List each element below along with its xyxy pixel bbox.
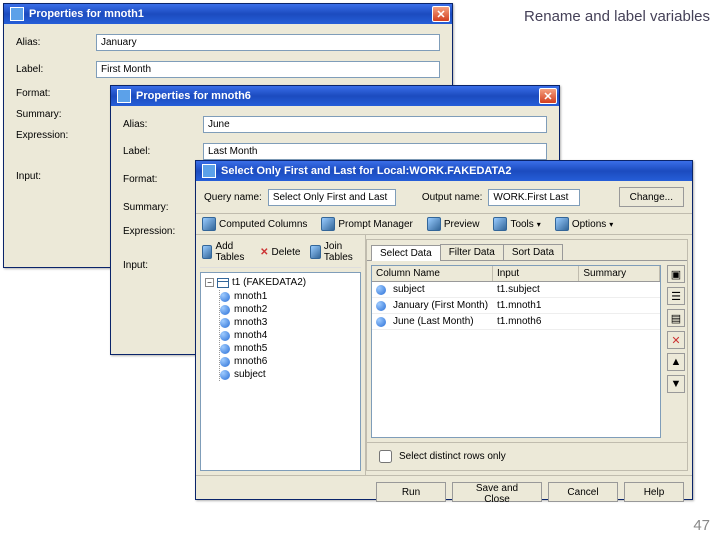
down-icon: ▼ — [671, 378, 682, 390]
grid-row[interactable]: subject t1.subject — [372, 282, 660, 298]
grid-row[interactable]: June (Last Month) t1.mnoth6 — [372, 314, 660, 330]
input-label: Input: — [123, 260, 203, 271]
select-all-button[interactable]: ▣ — [667, 265, 685, 283]
preview-icon — [427, 217, 441, 231]
columns-grid[interactable]: Column Name Input Summary subject t1.sub… — [371, 265, 661, 438]
window-title: Properties for mnoth1 — [29, 8, 144, 20]
grid-header-column-name[interactable]: Column Name — [372, 266, 493, 281]
remove-button[interactable]: ✕ — [667, 331, 685, 349]
column-icon — [220, 305, 230, 315]
delete-icon: ✕ — [260, 247, 268, 258]
add-icon: ▤ — [671, 312, 681, 325]
column-icon — [220, 344, 230, 354]
output-name-input[interactable] — [488, 189, 580, 206]
prompt-manager-button[interactable]: Prompt Manager — [321, 217, 412, 231]
column-icon — [220, 318, 230, 328]
grid-header-input[interactable]: Input — [493, 266, 579, 281]
options-menu[interactable]: Options — [555, 217, 613, 231]
label-label: Label: — [123, 146, 203, 157]
properties-button[interactable]: ☰ — [667, 287, 685, 305]
save-close-button[interactable]: Save and Close — [452, 482, 542, 502]
alias-input[interactable] — [96, 34, 440, 51]
computed-columns-icon — [202, 217, 216, 231]
computed-columns-button[interactable]: Computed Columns — [202, 217, 307, 231]
output-name-label: Output name: — [422, 192, 483, 203]
column-icon — [376, 301, 386, 311]
input-label: Input: — [16, 171, 96, 182]
up-icon: ▲ — [671, 356, 682, 368]
slide-title: Rename and label variables — [524, 8, 710, 25]
preview-button[interactable]: Preview — [427, 217, 480, 231]
column-icon — [220, 292, 230, 302]
prompt-manager-icon — [321, 217, 335, 231]
window-icon — [10, 7, 24, 21]
column-icon — [376, 285, 386, 295]
grid-row[interactable]: January (First Month) t1.mnoth1 — [372, 298, 660, 314]
column-icon — [220, 370, 230, 380]
cancel-button[interactable]: Cancel — [548, 482, 618, 502]
tab-select-data[interactable]: Select Data — [371, 245, 441, 261]
window-icon — [202, 164, 216, 178]
summary-label: Summary: — [123, 202, 203, 213]
properties-icon: ☰ — [671, 290, 681, 303]
add-button[interactable]: ▤ — [667, 309, 685, 327]
tools-menu[interactable]: Tools — [493, 217, 540, 231]
tree-item[interactable]: mnoth4 — [220, 329, 356, 342]
tab-filter-data[interactable]: Filter Data — [440, 244, 504, 260]
distinct-label: Select distinct rows only — [399, 451, 506, 462]
tools-icon — [493, 217, 507, 231]
page-number: 47 — [693, 517, 710, 534]
join-tables-icon — [310, 245, 320, 259]
add-tables-icon — [202, 245, 212, 259]
label-input[interactable] — [96, 61, 440, 78]
tree-item[interactable]: mnoth6 — [220, 355, 356, 368]
window-title: Select Only First and Last for Local:WOR… — [221, 165, 512, 177]
tree-item[interactable]: subject — [220, 368, 356, 381]
move-down-button[interactable]: ▼ — [667, 375, 685, 393]
change-button[interactable]: Change... — [619, 187, 684, 207]
format-label: Format: — [123, 174, 203, 185]
table-icon — [217, 278, 229, 288]
delete-button[interactable]: ✕Delete — [260, 241, 300, 263]
query-name-label: Query name: — [204, 192, 262, 203]
help-button[interactable]: Help — [624, 482, 684, 502]
column-icon — [220, 331, 230, 341]
collapse-icon[interactable]: − — [205, 278, 214, 287]
expression-label: Expression: — [123, 226, 203, 237]
join-tables-button[interactable]: Join Tables — [310, 241, 359, 263]
alias-label: Alias: — [16, 37, 96, 48]
close-button[interactable]: ✕ — [539, 88, 557, 104]
table-tree[interactable]: − t1 (FAKEDATA2) mnoth1 mnoth2 mnoth3 mn… — [200, 272, 361, 471]
distinct-checkbox[interactable] — [379, 450, 392, 463]
tree-item[interactable]: mnoth3 — [220, 316, 356, 329]
column-icon — [376, 317, 386, 327]
column-icon — [220, 357, 230, 367]
query-name-input[interactable] — [268, 189, 396, 206]
tree-item[interactable]: mnoth5 — [220, 342, 356, 355]
expression-label: Expression: — [16, 130, 96, 141]
query-builder-window: Select Only First and Last for Local:WOR… — [195, 160, 693, 500]
format-label: Format: — [16, 88, 96, 99]
tab-sort-data[interactable]: Sort Data — [503, 244, 563, 260]
grid-header-summary[interactable]: Summary — [579, 266, 660, 281]
tree-root-label: t1 (FAKEDATA2) — [232, 277, 306, 288]
close-button[interactable]: ✕ — [432, 6, 450, 22]
label-input[interactable] — [203, 143, 547, 160]
tables-pane: Add Tables ✕Delete Join Tables − t1 (FAK… — [196, 235, 366, 475]
add-tables-button[interactable]: Add Tables — [202, 241, 250, 263]
run-button[interactable]: Run — [376, 482, 446, 502]
window-title: Properties for mnoth6 — [136, 90, 251, 102]
label-label: Label: — [16, 64, 96, 75]
alias-input[interactable] — [203, 116, 547, 133]
selectall-icon: ▣ — [671, 268, 681, 281]
remove-icon: ✕ — [671, 334, 680, 347]
tree-item[interactable]: mnoth2 — [220, 303, 356, 316]
tree-item[interactable]: mnoth1 — [220, 290, 356, 303]
summary-label: Summary: — [16, 109, 96, 120]
options-icon — [555, 217, 569, 231]
window-icon — [117, 89, 131, 103]
alias-label: Alias: — [123, 119, 203, 130]
move-up-button[interactable]: ▲ — [667, 353, 685, 371]
